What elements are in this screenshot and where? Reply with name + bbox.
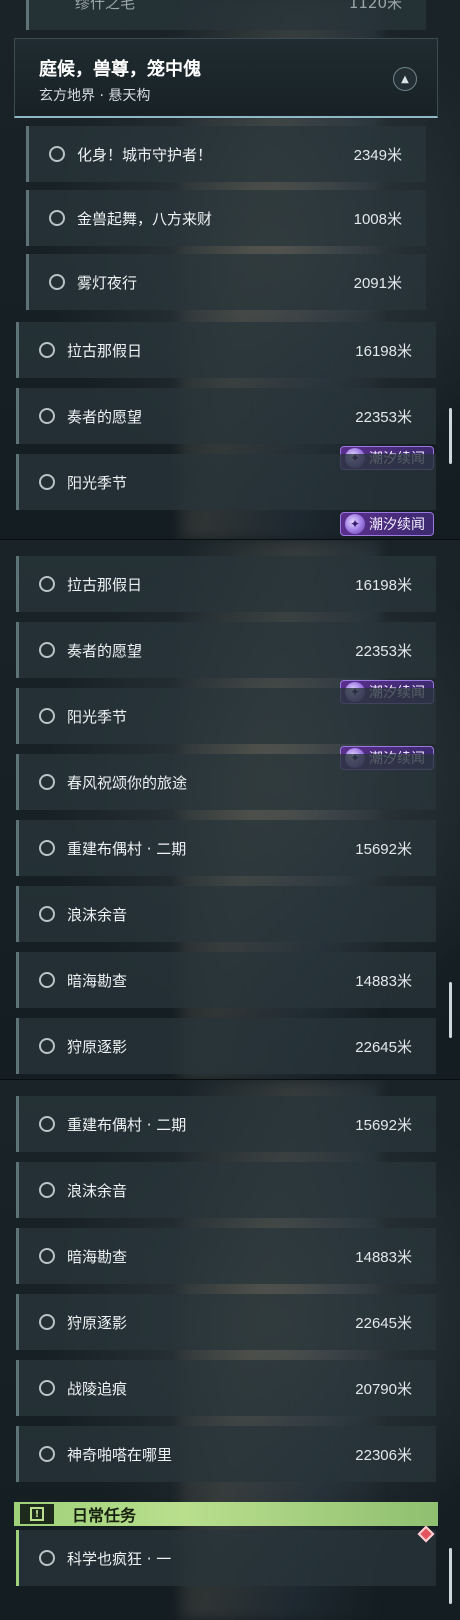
radio-circle-icon[interactable] [39, 1550, 55, 1566]
quest-row[interactable]: 奏者的愿望 22353米 [16, 622, 436, 678]
quest-distance: 22645米 [355, 1038, 412, 1056]
quest-label: 拉古那假日 [67, 341, 143, 360]
quest-label: 化身！城市守护者！ [77, 145, 213, 164]
chevron-up-icon[interactable]: ▲ [393, 67, 417, 91]
quest-label: 暗海勘查 [67, 1247, 128, 1266]
radio-circle-icon[interactable] [39, 774, 55, 790]
quest-row[interactable]: 浪沫余音 [16, 1162, 436, 1218]
quest-row[interactable]: 战陵追痕 20790米 [16, 1360, 436, 1416]
quest-distance: 14883米 [355, 972, 412, 990]
quest-distance: 14883米 [355, 1248, 412, 1266]
region-title: 庭候，兽尊，笼中傀 [39, 59, 201, 80]
quest-label: 狩原逐影 [67, 1313, 128, 1332]
quest-label: 科学也疯狂 · 一 [67, 1549, 172, 1568]
quest-distance: 15692米 [355, 1116, 412, 1134]
radio-circle-icon[interactable] [39, 474, 55, 490]
region-header[interactable]: 庭候，兽尊，笼中傀 玄方地界 · 悬天构 ▲ [14, 38, 438, 118]
radio-circle-icon[interactable] [39, 1182, 55, 1198]
quest-panel-2: 拉古那假日 16198米 奏者的愿望 22353米 ✦ 潮汐续闻 阳光季节 ✦ … [0, 540, 460, 1080]
quest-distance: 15692米 [355, 840, 412, 858]
quest-distance: 22645米 [355, 1314, 412, 1332]
radio-circle-icon[interactable] [39, 972, 55, 988]
radio-circle-icon[interactable] [39, 1248, 55, 1264]
quest-distance: 1120米 [348, 0, 402, 12]
quest-distance: 22306米 [355, 1446, 412, 1464]
quest-label: 狩原逐影 [67, 1037, 128, 1056]
sub-quest-row[interactable]: 化身！城市守护者！ 2349米 [26, 126, 426, 182]
radio-circle-icon[interactable] [39, 1380, 55, 1396]
quest-row[interactable]: 暗海勘查 14883米 [16, 952, 436, 1008]
quest-label: 拉古那假日 [67, 575, 143, 594]
radio-circle-icon[interactable] [39, 840, 55, 856]
quest-row[interactable]: 阳光季节 [16, 688, 436, 744]
quest-row[interactable]: 春风祝颂你的旅途 [16, 754, 436, 810]
quest-label: 浪沫余音 [67, 1181, 128, 1200]
quest-label: 雾灯夜行 [77, 273, 138, 292]
quest-distance: 2091米 [353, 274, 402, 292]
quest-label: 暗海勘查 [67, 971, 128, 990]
tidal-lore-icon: ✦ [345, 514, 365, 534]
tidal-lore-badge: ✦ 潮汐续闻 [340, 512, 434, 536]
scrollbar-thumb[interactable] [449, 982, 452, 1038]
quest-label: 金兽起舞，八方来财 [77, 209, 213, 228]
quest-label: 重建布偶村 · 二期 [67, 1115, 187, 1134]
daily-section-title: 日常任务 [72, 1506, 137, 1525]
radio-circle-icon[interactable] [39, 642, 55, 658]
quest-panel-1: 缪什之毛 1120米 庭候，兽尊，笼中傀 玄方地界 · 悬天构 ▲ 化身！城市守… [0, 0, 460, 540]
daily-quests-header[interactable]: ! 日常任务 [14, 1502, 438, 1526]
radio-circle-icon[interactable] [39, 576, 55, 592]
radio-circle-icon[interactable] [39, 708, 55, 724]
quest-distance: 20790米 [355, 1380, 412, 1398]
radio-circle-icon[interactable] [49, 274, 65, 290]
daily-quest-row[interactable]: 科学也疯狂 · 一 [16, 1530, 436, 1586]
quest-row[interactable]: 拉古那假日 16198米 [16, 322, 436, 378]
quest-label: 缪什之毛 [75, 0, 136, 12]
radio-circle-icon[interactable] [39, 342, 55, 358]
radio-circle-icon[interactable] [39, 1038, 55, 1054]
scrollbar-thumb[interactable] [449, 408, 452, 464]
quest-row[interactable]: 狩原逐影 22645米 [16, 1018, 436, 1074]
sub-quest-row[interactable]: 金兽起舞，八方来财 1008米 [26, 190, 426, 246]
exclamation-box-icon: ! [20, 1504, 54, 1524]
quest-label: 浪沫余音 [67, 905, 128, 924]
quest-distance: 16198米 [355, 576, 412, 594]
region-subtitle: 玄方地界 · 悬天构 [39, 88, 151, 104]
radio-circle-icon[interactable] [39, 906, 55, 922]
quest-distance: 2349米 [353, 146, 402, 164]
quest-distance: 22353米 [355, 408, 412, 426]
radio-circle-icon[interactable] [39, 408, 55, 424]
quest-label: 神奇啪嗒在哪里 [67, 1445, 173, 1464]
sub-quest-row[interactable]: 雾灯夜行 2091米 [26, 254, 426, 310]
quest-row[interactable]: 拉古那假日 16198米 [16, 556, 436, 612]
quest-row[interactable]: 阳光季节 [16, 454, 436, 510]
radio-circle-icon[interactable] [39, 1314, 55, 1330]
radio-circle-icon[interactable] [49, 210, 65, 226]
quest-row[interactable]: 暗海勘查 14883米 [16, 1228, 436, 1284]
quest-row[interactable]: 狩原逐影 22645米 [16, 1294, 436, 1350]
scrollbar-thumb[interactable] [449, 1548, 452, 1604]
radio-circle-icon[interactable] [49, 146, 65, 162]
radio-circle-icon[interactable] [39, 1446, 55, 1462]
quest-distance: 16198米 [355, 342, 412, 360]
quest-label: 奏者的愿望 [67, 641, 143, 660]
quest-row-clipped[interactable]: 缪什之毛 1120米 [26, 0, 426, 30]
badge-label: 潮汐续闻 [369, 517, 425, 533]
quest-row[interactable]: 重建布偶村 · 二期 15692米 [16, 820, 436, 876]
quest-label: 战陵追痕 [67, 1379, 128, 1398]
quest-distance: 1008米 [353, 210, 402, 228]
quest-label: 春风祝颂你的旅途 [67, 773, 188, 792]
quest-row[interactable]: 重建布偶村 · 二期 15692米 [16, 1096, 436, 1152]
quest-row[interactable]: 浪沫余音 [16, 886, 436, 942]
quest-row[interactable]: 神奇啪嗒在哪里 22306米 [16, 1426, 436, 1482]
quest-label: 阳光季节 [67, 473, 128, 492]
radio-circle-icon[interactable] [39, 1116, 55, 1132]
quest-label: 重建布偶村 · 二期 [67, 839, 187, 858]
quest-label: 奏者的愿望 [67, 407, 143, 426]
quest-label: 阳光季节 [67, 707, 128, 726]
quest-distance: 22353米 [355, 642, 412, 660]
quest-row[interactable]: 奏者的愿望 22353米 [16, 388, 436, 444]
